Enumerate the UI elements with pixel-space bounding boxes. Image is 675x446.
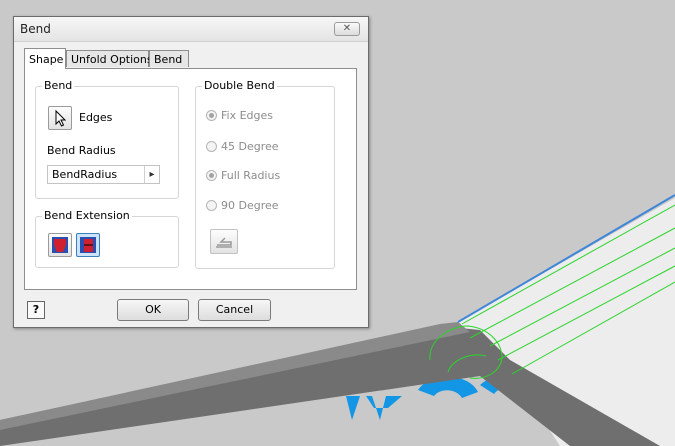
bend-dialog: Bend ✕ Shape Unfold Options Bend Bend Ed… [13,16,369,328]
radio-fix-edges-indicator [206,110,217,121]
bend-radius-menu-arrow-icon[interactable]: ▸ [144,166,159,183]
double-bend-group-label: Double Bend [202,79,277,92]
tab-bend[interactable]: Bend [149,50,189,67]
flip-fixed-edge-button[interactable] [210,229,238,254]
flip-fixed-edge-icon [216,237,232,248]
ok-button-label: OK [145,303,161,316]
tab-bend-label: Bend [154,53,183,66]
double-bend-group: Double Bend Fix Edges 45 Degree Full Rad… [195,79,335,269]
radio-90-degree-label: 90 Degree [221,199,279,212]
radio-full-radius-indicator [206,170,217,181]
bend-radius-value: BendRadius [52,168,118,181]
shape-tab-page: Bend Edges Bend Radius BendRadius ▸ Bend… [24,68,357,290]
dialog-titlebar[interactable]: Bend ✕ [14,17,368,42]
tab-shape-label: Shape [29,53,64,66]
ok-button[interactable]: OK [117,299,189,321]
close-icon: ✕ [342,23,352,34]
help-icon: ? [32,303,40,316]
bend-extension-perpendicular-icon [80,237,96,253]
help-button[interactable]: ? [27,301,45,319]
bend-extension-perpendicular-button[interactable] [76,233,100,257]
bend-extension-aligned-button[interactable] [48,233,72,257]
tab-unfold-options-label: Unfold Options [71,53,153,66]
radio-45-degree-indicator [206,141,217,152]
radio-full-radius-label: Full Radius [221,169,281,182]
edges-label: Edges [79,111,113,124]
radio-45-degree-label: 45 Degree [221,140,279,153]
bend-extension-group: Bend Extension [35,209,179,268]
bend-extension-group-label: Bend Extension [42,209,132,222]
radio-90-degree-indicator [206,200,217,211]
cancel-button-label: Cancel [215,303,254,316]
tab-shape[interactable]: Shape [24,48,66,69]
cursor-select-icon [55,109,67,127]
dialog-title: Bend [20,22,51,36]
bend-radius-label: Bend Radius [47,144,116,157]
radio-fix-edges-label: Fix Edges [221,109,274,122]
bend-extension-aligned-icon [52,237,68,253]
bend-radius-field[interactable]: BendRadius ▸ [47,165,160,184]
close-button[interactable]: ✕ [334,22,360,36]
bend-group: Bend Edges Bend Radius BendRadius ▸ [35,79,179,199]
tab-unfold-options[interactable]: Unfold Options [66,50,153,67]
bend-group-label: Bend [42,79,75,92]
cancel-button[interactable]: Cancel [198,299,271,321]
edges-select-button[interactable] [48,106,72,130]
